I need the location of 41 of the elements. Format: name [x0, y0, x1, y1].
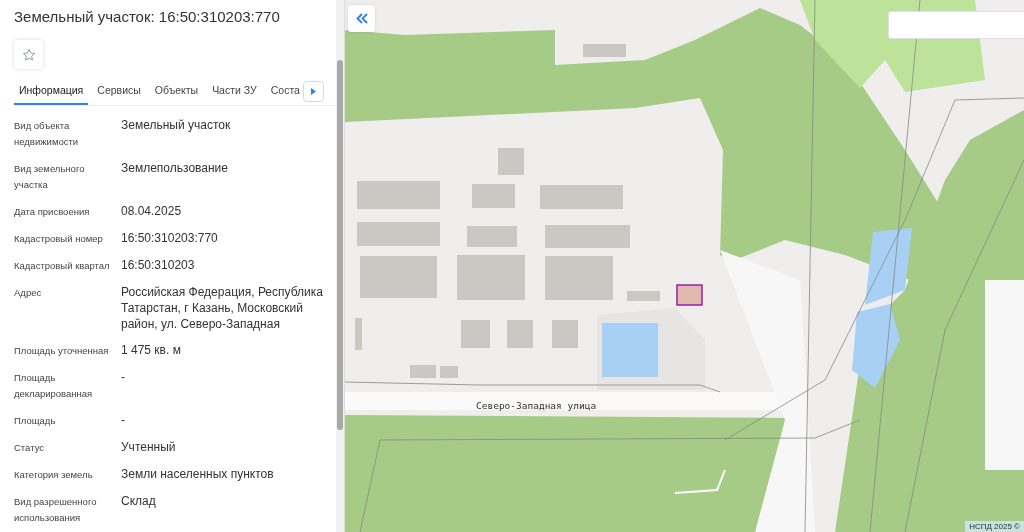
field-value: Склад: [121, 493, 157, 510]
search-field[interactable]: [888, 11, 1024, 39]
field-value: 08.04.2025: [121, 203, 183, 220]
field-value: Землепользование: [121, 160, 229, 177]
tab[interactable]: Сервисы: [92, 78, 146, 105]
field-label: Категория земель: [14, 468, 94, 482]
map-attribution: НСПД 2025 ©: [965, 521, 1024, 532]
tab[interactable]: Объекты: [149, 78, 204, 105]
field-label: Вид земельного участка: [14, 162, 86, 192]
field-value: Земельный участок: [121, 117, 232, 134]
favorite-button[interactable]: [14, 40, 43, 69]
map-drawing[interactable]: [345, 0, 1024, 532]
scroll-tabs-button[interactable]: [302, 81, 324, 102]
field-label: Площадь уточненная: [14, 344, 110, 358]
field-value: Учтенный: [121, 439, 177, 456]
field-label: Кадастровый квартал: [14, 259, 111, 273]
panel-title: Земельный участок: 16:50:310203:770: [14, 8, 281, 26]
double-chevron-left-icon: [355, 13, 368, 24]
street-label: Северо-Западная улица: [476, 400, 597, 411]
field-label: Кадастровый номер: [14, 232, 104, 246]
field-value: -: [121, 369, 126, 386]
star-icon: [21, 47, 36, 62]
field-value: Российская Федерация, Республика Татарстан, г Казань, Московский район, ул. Северо-Западная: [121, 284, 324, 332]
field-value: 1 475 кв. м: [121, 342, 182, 359]
field-label: Вид объекта недвижимости: [14, 119, 80, 149]
field-label: Площадь декларированная: [14, 371, 94, 401]
field-value: 16:50:310203:770: [121, 230, 219, 247]
field-label: Дата присвоения: [14, 205, 91, 219]
field-value: Земли населенных пунктов: [121, 466, 275, 483]
field-label: Статус: [14, 441, 46, 455]
field-label: Адрес: [14, 286, 43, 300]
tab[interactable]: Части ЗУ: [207, 78, 262, 105]
caret-right-icon: [310, 88, 316, 95]
tab[interactable]: Соста: [265, 78, 305, 105]
field-label: Площадь: [14, 414, 57, 428]
field-label: Вид разрешенного использования: [14, 495, 98, 525]
collapse-panel-button[interactable]: [348, 5, 375, 32]
field-value: -: [121, 412, 126, 429]
scrollbar[interactable]: [336, 0, 344, 532]
field-value: 16:50:310203: [121, 257, 196, 274]
tab[interactable]: Информация: [14, 78, 89, 105]
